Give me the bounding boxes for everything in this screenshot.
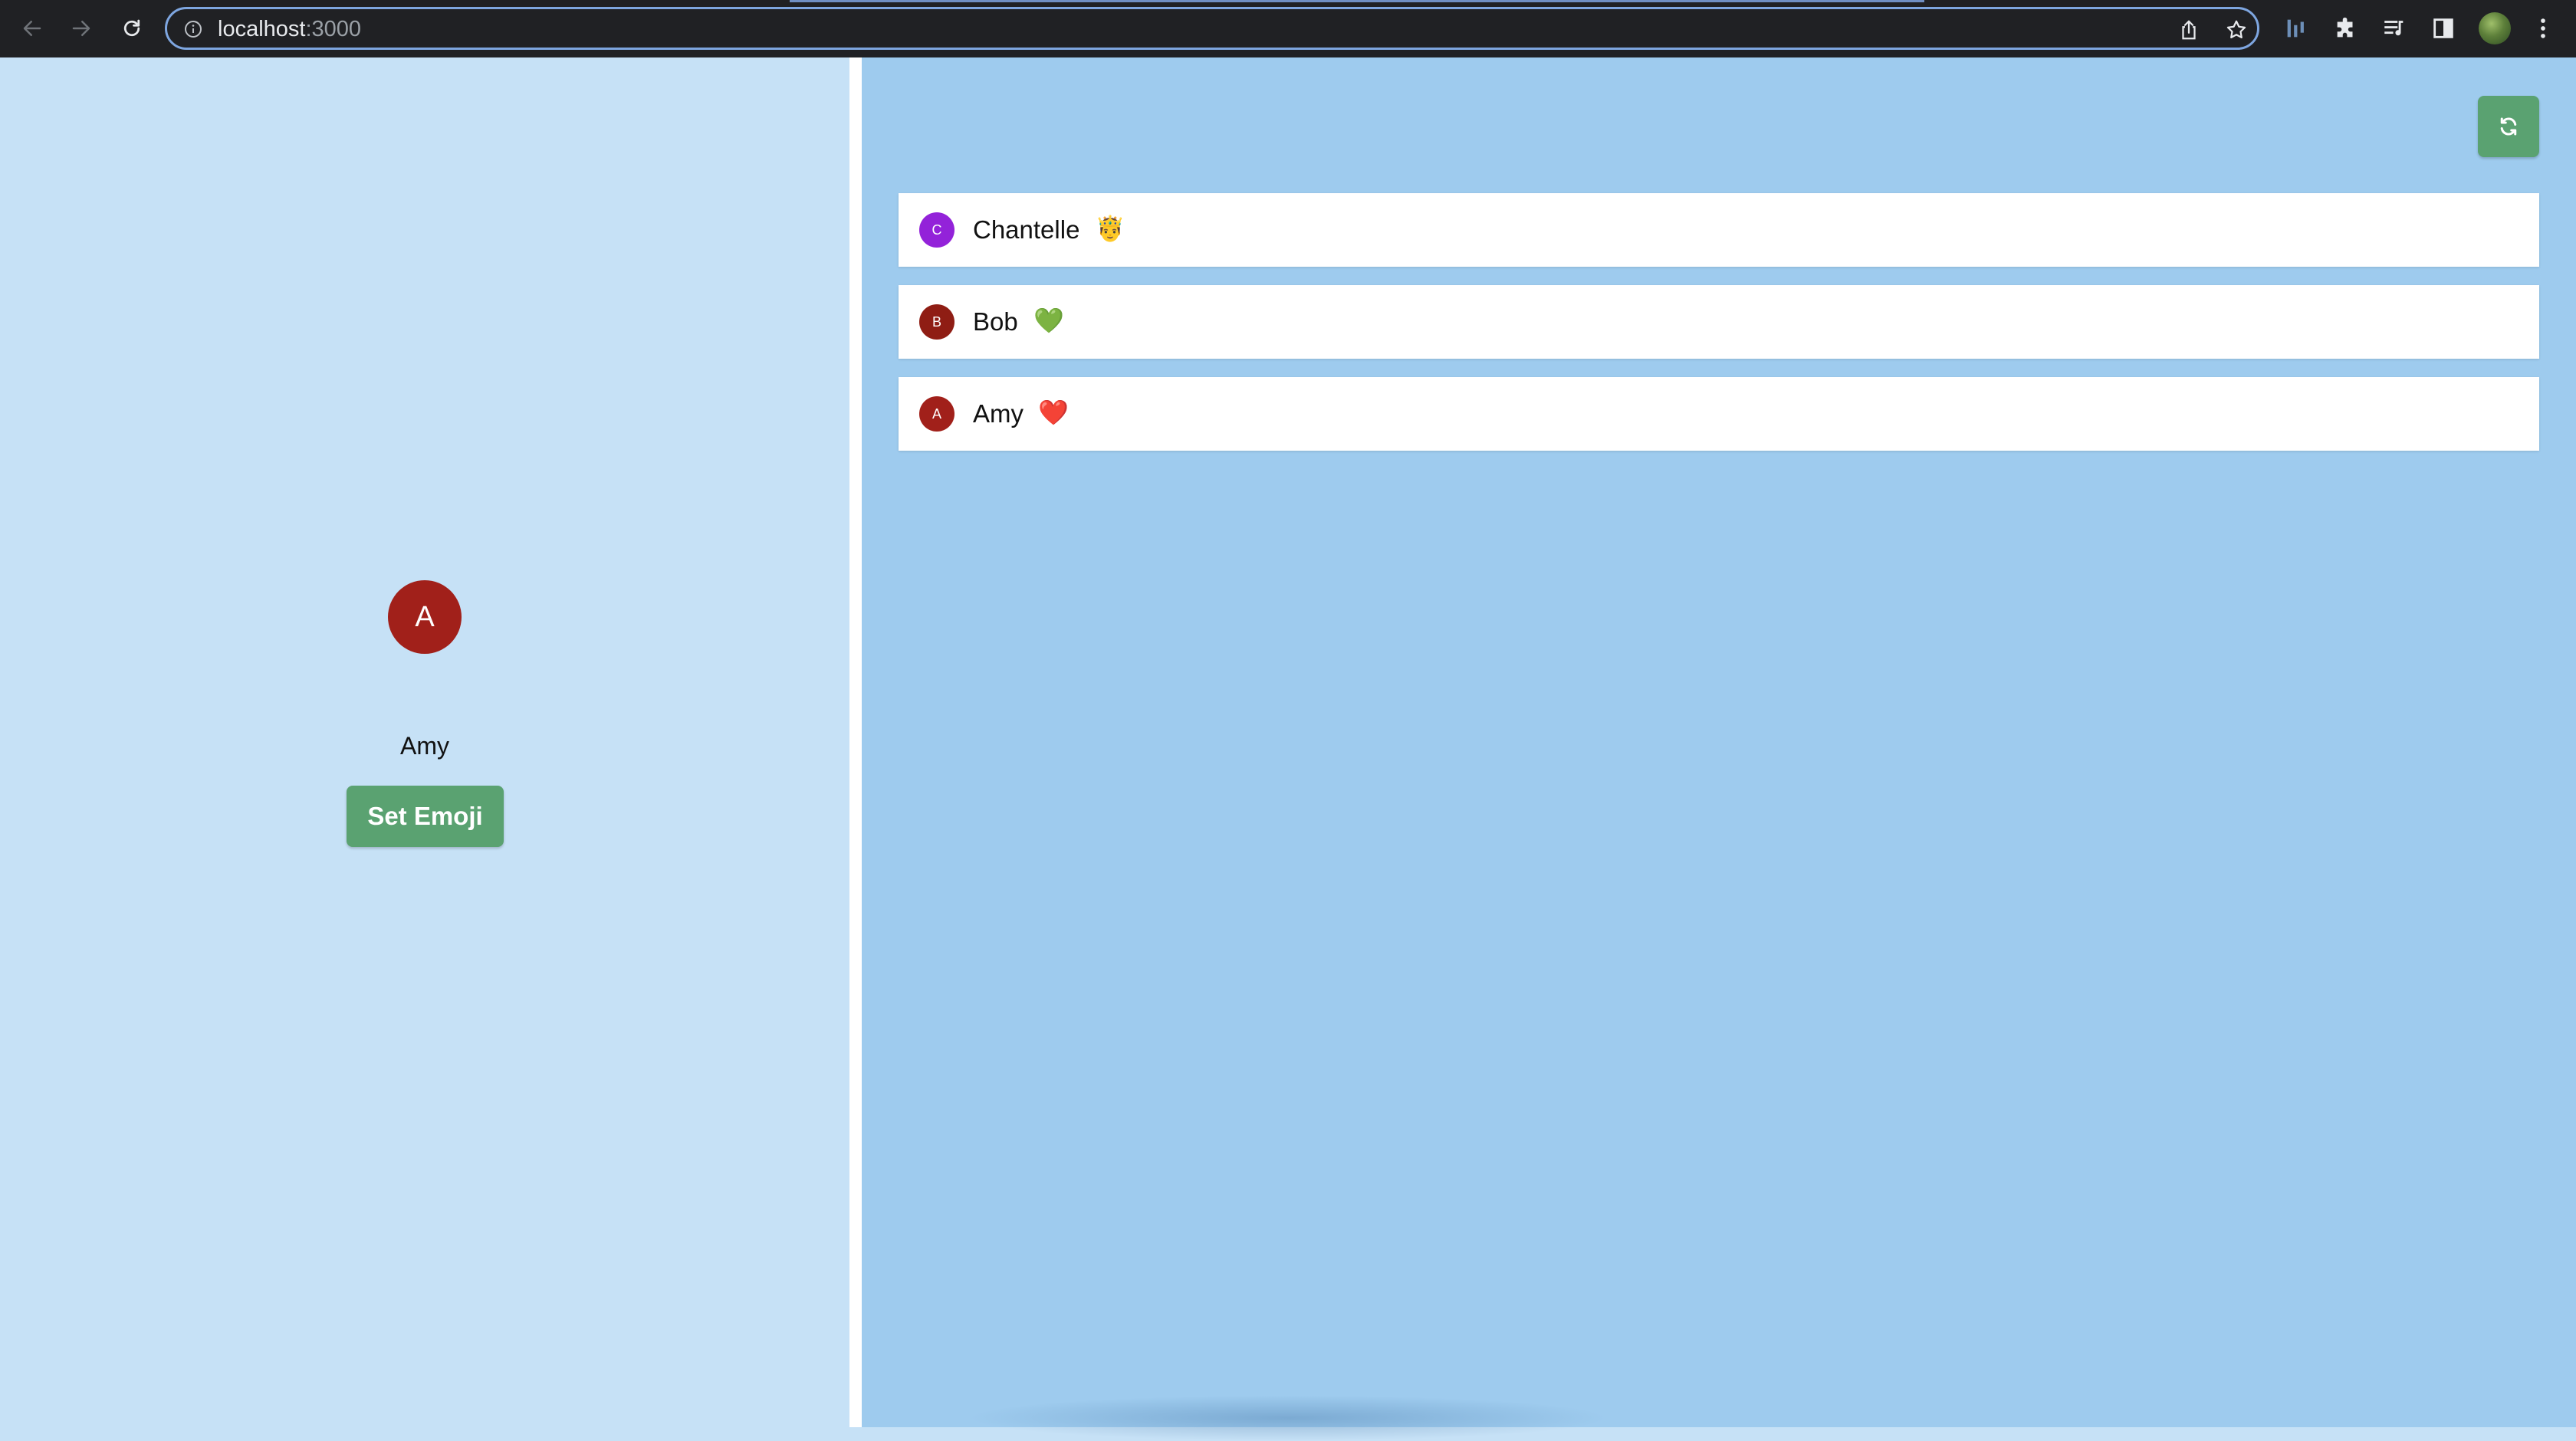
extension-bars-icon[interactable] bbox=[2283, 15, 2309, 41]
user-emoji: 🤴 bbox=[1095, 215, 1125, 242]
user-row-amy[interactable]: A Amy ❤️ bbox=[899, 377, 2539, 451]
user-initial: A bbox=[932, 405, 941, 422]
refresh-button[interactable] bbox=[2478, 96, 2539, 157]
browser-toolbar: localhost:3000 bbox=[0, 0, 2576, 57]
tab-strip-accent bbox=[790, 0, 1924, 2]
back-button[interactable] bbox=[17, 13, 48, 44]
user-row-bob[interactable]: B Bob 💚 bbox=[899, 285, 2539, 359]
user-name: Amy bbox=[973, 399, 1024, 428]
refresh-icon bbox=[2500, 117, 2517, 136]
media-queue-icon[interactable] bbox=[2381, 15, 2407, 41]
side-panel-icon[interactable] bbox=[2430, 15, 2456, 41]
user-avatar: C bbox=[919, 212, 955, 248]
set-emoji-button[interactable]: Set Emoji bbox=[347, 786, 504, 847]
info-icon[interactable] bbox=[184, 20, 202, 38]
user-initial: C bbox=[932, 222, 942, 238]
bookmark-star-icon[interactable] bbox=[2225, 18, 2248, 41]
user-name: Bob bbox=[973, 307, 1018, 336]
address-bar[interactable]: localhost:3000 bbox=[165, 7, 2259, 50]
user-name: Chantelle bbox=[973, 215, 1080, 244]
url-host: localhost bbox=[218, 17, 306, 41]
panel-divider bbox=[849, 57, 862, 1427]
user-emoji: 💚 bbox=[1033, 307, 1064, 334]
user-avatar: A bbox=[919, 396, 955, 432]
back-arrow-icon bbox=[23, 21, 41, 36]
user-emoji: ❤️ bbox=[1038, 399, 1069, 426]
user-avatar: B bbox=[919, 304, 955, 340]
bottom-shadow bbox=[966, 1395, 1610, 1441]
puzzle-extensions-icon[interactable] bbox=[2333, 15, 2359, 41]
share-icon[interactable] bbox=[2177, 18, 2200, 41]
forward-button[interactable] bbox=[66, 13, 97, 44]
reload-icon bbox=[123, 19, 140, 37]
forward-arrow-icon bbox=[72, 21, 90, 36]
current-user-avatar: A bbox=[388, 580, 462, 654]
current-user-name: Amy bbox=[400, 732, 449, 760]
url-text: localhost:3000 bbox=[218, 17, 361, 42]
user-row-chantelle[interactable]: C Chantelle 🤴 bbox=[899, 193, 2539, 267]
current-user-initial: A bbox=[415, 600, 435, 633]
url-port: :3000 bbox=[305, 17, 362, 41]
kebab-menu-icon[interactable] bbox=[2530, 15, 2556, 41]
user-initial: B bbox=[932, 313, 941, 330]
profile-avatar[interactable] bbox=[2479, 12, 2511, 44]
reload-button[interactable] bbox=[117, 13, 147, 44]
